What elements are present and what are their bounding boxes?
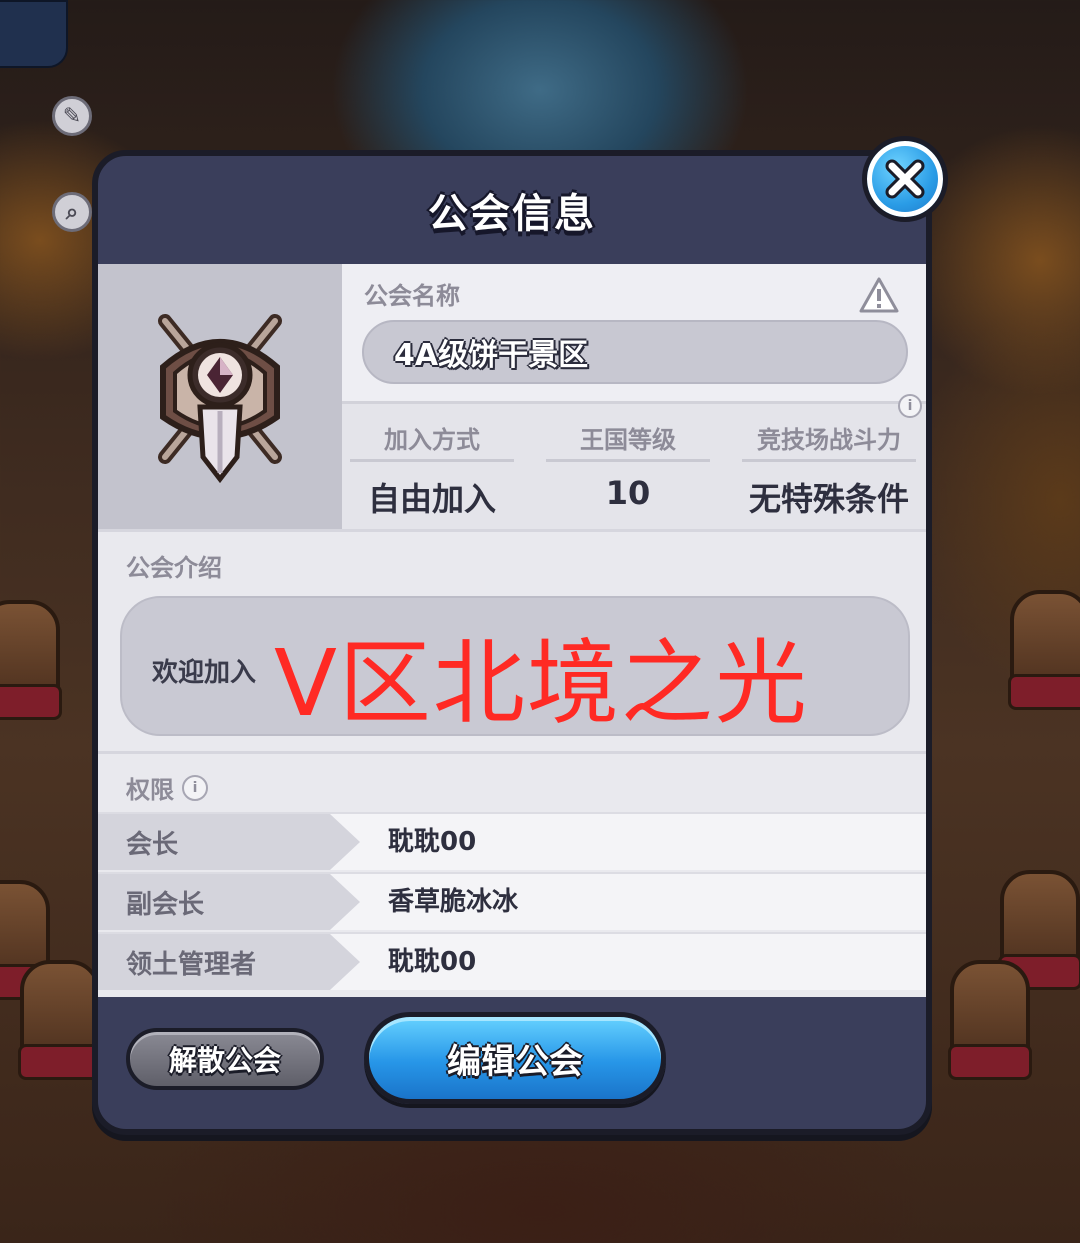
- permissions-header: 权限 i: [126, 770, 208, 805]
- background-chair: [18, 960, 102, 1080]
- background-chair: [0, 600, 62, 720]
- guild-name-value: 4A级饼干景区: [394, 338, 589, 373]
- permissions-label: 权限: [126, 776, 174, 804]
- search-icon[interactable]: ⌕: [52, 192, 92, 232]
- edit-icon[interactable]: ✎: [52, 96, 92, 136]
- guild-name-area: 公会名称 4A级饼干景区: [342, 264, 926, 401]
- disband-guild-label: 解散公会: [168, 1044, 281, 1077]
- permission-member: 耽耽00: [388, 947, 477, 977]
- background-chair: [1008, 590, 1080, 710]
- close-button[interactable]: [862, 136, 948, 222]
- guild-info-top: 公会名称 4A级饼干景区 加入方式 自由加入 王国等级 10 i 竞技场战斗力 …: [98, 264, 926, 529]
- top-left-panel: [0, 0, 68, 68]
- stat-value: 10: [605, 474, 651, 512]
- info-icon[interactable]: i: [898, 394, 922, 418]
- guild-emblem-icon: [158, 313, 282, 483]
- report-warning-icon[interactable]: [858, 276, 900, 314]
- guild-emblem[interactable]: [98, 264, 342, 529]
- guild-stats: 加入方式 自由加入 王国等级 10 i 竞技场战斗力 无特殊条件: [342, 394, 926, 532]
- permission-member: 香草脆冰冰: [388, 887, 519, 917]
- stat-join-method: 加入方式 自由加入: [342, 404, 522, 532]
- stat-value: 无特殊条件: [748, 480, 909, 518]
- guild-intro-label: 公会介绍: [126, 554, 222, 582]
- info-icon[interactable]: i: [182, 774, 208, 801]
- guild-intro-text: 欢迎加入: [152, 658, 257, 688]
- dialog-panel: 公会名称 4A级饼干景区 加入方式 自由加入 王国等级 10 i 竞技场战斗力 …: [98, 264, 926, 997]
- intro-overlay-text: V区北境之光: [274, 630, 809, 737]
- permission-role: 领土管理者: [98, 934, 360, 990]
- background-chair: [948, 960, 1032, 1080]
- guild-name-field: 4A级饼干景区: [362, 320, 908, 384]
- permission-role: 会长: [98, 814, 360, 870]
- permission-row-leader: 会长 耽耽00: [98, 812, 926, 870]
- disband-guild-button[interactable]: 解散公会: [126, 1028, 324, 1090]
- edit-guild-label: 编辑公会: [447, 1041, 583, 1082]
- dialog-title: 公会信息: [428, 191, 596, 237]
- dialog-header: 公会信息: [98, 156, 926, 264]
- stat-label: 加入方式: [350, 418, 514, 462]
- stat-label: 竞技场战斗力: [742, 418, 916, 462]
- close-icon: [885, 159, 925, 199]
- permissions-section: 权限 i 会长 耽耽00 副会长 香草脆冰冰 领土管理者 耽耽00: [98, 751, 926, 997]
- permission-member: 耽耽00: [388, 827, 477, 857]
- guild-info-dialog: 公会信息 公会名称 4A级饼干景区 加入方式 自由加入 王国等级 10 i 竞技…: [92, 150, 932, 1135]
- stat-value: 自由加入: [367, 480, 496, 518]
- stat-arena-power: i 竞技场战斗力 无特殊条件: [734, 394, 924, 532]
- edit-guild-button[interactable]: 编辑公会: [364, 1012, 666, 1104]
- permission-role: 副会长: [98, 874, 360, 930]
- stat-kingdom-level: 王国等级 10: [538, 404, 718, 532]
- permission-row-territory-manager: 领土管理者 耽耽00: [98, 932, 926, 990]
- stat-label: 王国等级: [546, 418, 710, 462]
- permission-row-vice-leader: 副会长 香草脆冰冰: [98, 872, 926, 930]
- guild-name-label: 公会名称: [364, 282, 460, 310]
